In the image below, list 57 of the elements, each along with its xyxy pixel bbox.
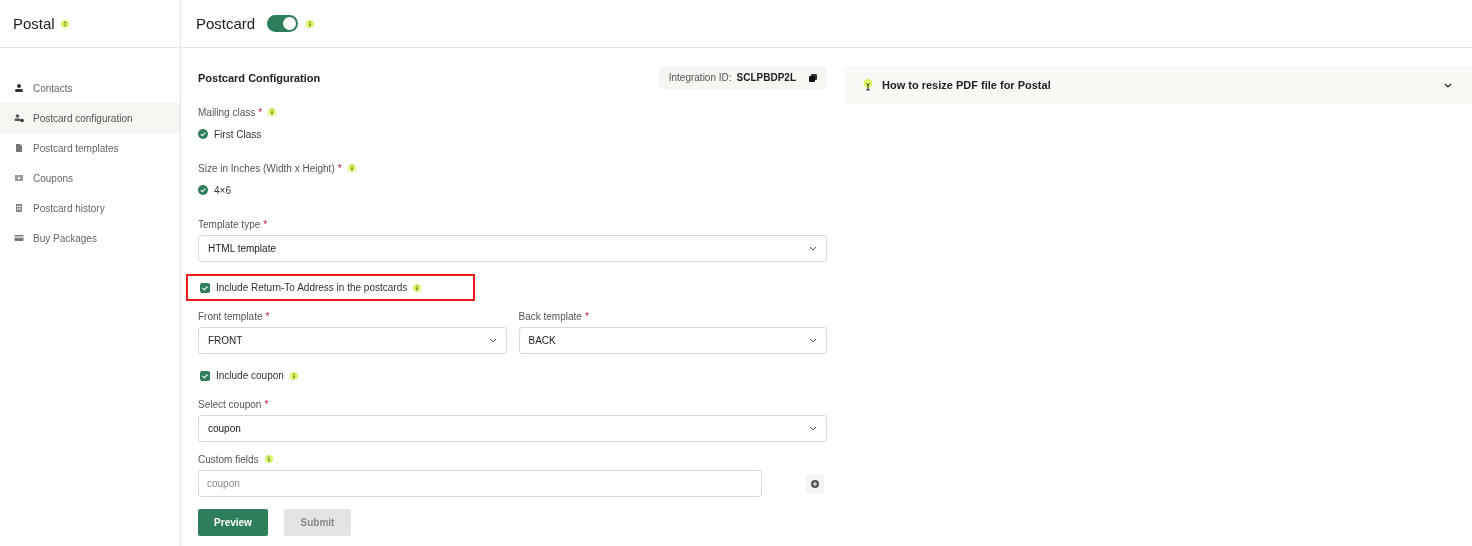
field-label: Template type: [198, 218, 261, 230]
nav-icon: [14, 203, 24, 213]
sidebar-item[interactable]: Buy Packages: [0, 223, 180, 253]
checkbox[interactable]: [200, 282, 210, 293]
sidebar-item[interactable]: Postcard history: [0, 193, 180, 223]
nav-icon: [14, 143, 24, 153]
toggle-switch[interactable]: [267, 15, 299, 32]
field-label: Size in Inches (Width x Height): [198, 162, 335, 174]
integration-label: Integration ID:: [668, 72, 732, 83]
field-label: Mailing class: [198, 106, 256, 118]
required-mark: *: [264, 398, 269, 410]
sidebar-item[interactable]: Coupons: [0, 163, 180, 193]
sidebar-item[interactable]: Postcard configuration: [0, 103, 180, 133]
field-label: Select coupon: [198, 398, 262, 410]
sidebar-item[interactable]: Contacts: [0, 73, 180, 103]
chevron-icon: [1444, 82, 1452, 88]
field-label: Front template: [198, 310, 263, 322]
field-value: 4×6: [214, 184, 231, 196]
required-mark: *: [263, 218, 268, 230]
info-icon: [306, 19, 315, 28]
required-mark: *: [584, 310, 589, 322]
lightbulb-icon: [863, 79, 873, 91]
page-title: Postcard: [196, 15, 256, 32]
required-mark: *: [258, 106, 263, 118]
nav-icon: [14, 233, 24, 243]
required-mark: *: [337, 162, 342, 174]
select-field[interactable]: HTML template: [198, 235, 827, 262]
select-field[interactable]: BACK: [518, 327, 827, 354]
section-title: Postcard Configuration: [198, 71, 321, 84]
plus-icon: [811, 479, 819, 488]
check-circle-icon: [198, 129, 208, 139]
preview-button[interactable]: Preview: [198, 509, 268, 536]
sidebar-item[interactable]: Postcard templates: [0, 133, 180, 163]
chevron-down-icon: [488, 338, 497, 343]
chevron-down-icon: [809, 246, 817, 251]
nav-icon: [14, 173, 24, 183]
nav-icon: [14, 83, 24, 93]
checkbox-label: Include coupon: [216, 370, 284, 381]
required-mark: *: [265, 310, 270, 322]
help-accordion[interactable]: How to resize PDF file for Postal: [844, 66, 1472, 104]
integration-id: SCLPBDP2L: [736, 72, 796, 83]
checkbox[interactable]: [200, 370, 210, 381]
field-label: Back template: [518, 310, 582, 322]
app-title: Postal: [13, 15, 55, 32]
input-field[interactable]: coupon: [198, 470, 762, 497]
copy-icon[interactable]: [809, 73, 817, 82]
chevron-down-icon: [809, 338, 817, 343]
field-label: Custom fields: [198, 453, 259, 465]
nav-icon: [14, 113, 24, 123]
check-circle-icon: [198, 185, 208, 195]
checkbox-label: Include Return-To Address in the postcards: [216, 282, 408, 293]
field-value: First Class: [214, 128, 262, 140]
select-field[interactable]: coupon: [198, 415, 827, 442]
chevron-down-icon: [809, 426, 817, 431]
help-icon[interactable]: [60, 19, 69, 28]
select-field[interactable]: FRONT: [198, 327, 507, 354]
add-button[interactable]: [806, 474, 824, 493]
